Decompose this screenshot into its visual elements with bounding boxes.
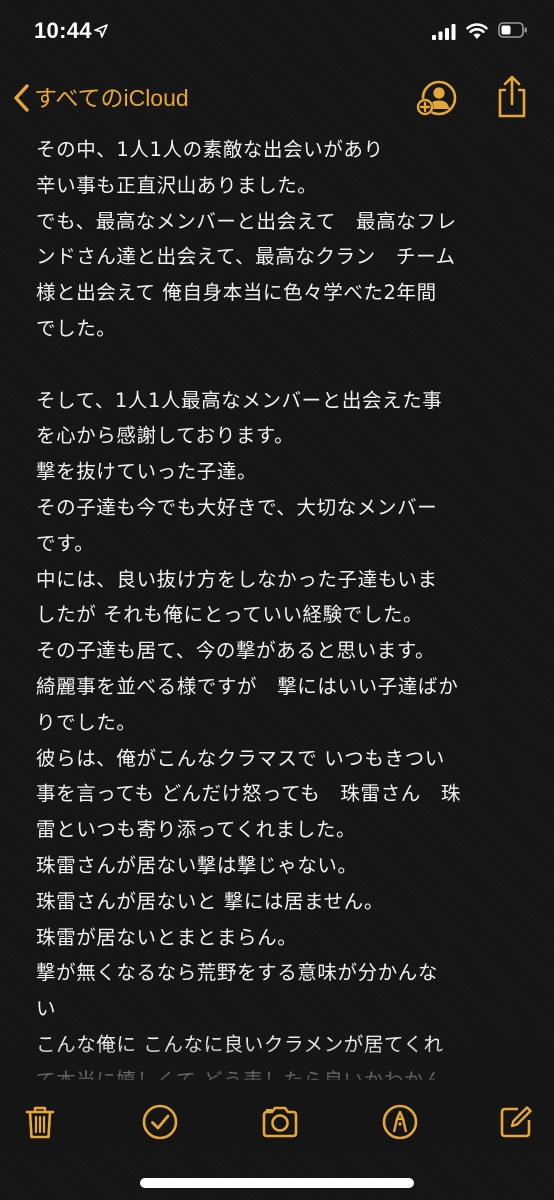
note-line: そして、1人1人最高なメンバーと出会えた事 <box>36 388 443 412</box>
note-line: 事を言っても どんだけ怒っても 珠雷さん 珠 <box>36 782 461 806</box>
note-line: 中には、良い抜け方をしなかった子達もいま <box>36 567 438 591</box>
note-line: 辛い事も正直沢山ありました。 <box>36 173 318 197</box>
note-line: い <box>36 997 57 1021</box>
note-line: 珠雷さんが居ない撃は撃じゃない。 <box>36 853 358 877</box>
nav-bar: すべてのiCloud <box>0 72 554 122</box>
location-arrow-icon <box>94 24 108 38</box>
note-line: 彼らは、俺がこんなクラマスで いつもきつい <box>36 746 445 770</box>
wifi-icon <box>466 23 488 39</box>
share-button[interactable] <box>494 74 530 120</box>
notes-screen: 10:44 すべてのiCloud その中、1人1人の素敵な出会いがあり 辛い事も… <box>0 0 554 1200</box>
home-indicator[interactable] <box>140 1178 414 1188</box>
back-label: すべてのiCloud <box>34 85 189 111</box>
cellular-signal-icon <box>432 24 456 40</box>
note-body[interactable]: その中、1人1人の素敵な出会いがあり 辛い事も正直沢山ありました。 でも、最高な… <box>36 132 536 1080</box>
bottom-toolbar <box>0 1092 554 1148</box>
note-line: その子達も今でも大好きで、大切なメンバー <box>36 495 438 519</box>
chevron-left-icon <box>14 84 29 112</box>
status-time: 10:44 <box>34 18 92 43</box>
back-button[interactable]: すべてのiCloud <box>12 80 189 116</box>
note-line: 雷といつも寄り添ってくれました。 <box>36 818 357 842</box>
note-line: て本当に嬉しくて どう表したら良いかわかん <box>36 1063 536 1080</box>
note-line: でした。 <box>36 316 117 340</box>
note-line: 様と出会えて 俺自身本当に色々学べた2年間 <box>36 281 437 305</box>
checklist-button[interactable] <box>140 1102 180 1142</box>
note-line: 珠雷が居ないとまとまらん。 <box>36 925 298 949</box>
note-line: りでした。 <box>36 710 137 734</box>
note-line: 撃が無くなるなら荒野をする意味が分かんな <box>36 961 439 985</box>
markup-button[interactable] <box>380 1102 420 1142</box>
compose-button[interactable] <box>496 1102 536 1142</box>
trash-icon <box>25 1106 55 1139</box>
note-line: 撃を抜けていった子達。 <box>36 460 258 484</box>
share-icon <box>498 75 526 118</box>
note-line: こんな俺に こんなに良いクラメンが居てくれ <box>36 1032 444 1056</box>
compose-icon <box>500 1106 532 1138</box>
status-bar: 10:44 <box>0 0 554 62</box>
note-line <box>36 347 536 383</box>
delete-button[interactable] <box>20 1102 60 1142</box>
note-line: です。 <box>36 531 95 555</box>
note-line: 綺麗事を並べる様ですが 撃にはいい子達ばか <box>36 674 459 698</box>
note-line: でも、最高なメンバーと出会えて 最高なフレ <box>36 209 457 233</box>
add-people-button[interactable] <box>414 76 458 120</box>
battery-icon <box>498 22 527 38</box>
note-line: 珠雷さんが居ないと 撃には居ません。 <box>36 889 384 913</box>
note-line: したが それも俺にとっていい経験でした。 <box>36 603 424 627</box>
add-people-icon <box>416 80 457 116</box>
camera-button[interactable] <box>260 1102 300 1142</box>
camera-icon <box>262 1106 298 1138</box>
note-line: を心から感謝しております。 <box>36 424 295 448</box>
checklist-icon <box>142 1104 178 1140</box>
note-line: その中、1人1人の素敵な出会いがあり <box>36 138 384 161</box>
markup-pen-icon <box>382 1104 418 1140</box>
note-line: ンドさん達と出会えて、最高なクラン チーム <box>36 245 456 269</box>
note-line: その子達も居て、今の撃があると思います。 <box>36 639 436 663</box>
